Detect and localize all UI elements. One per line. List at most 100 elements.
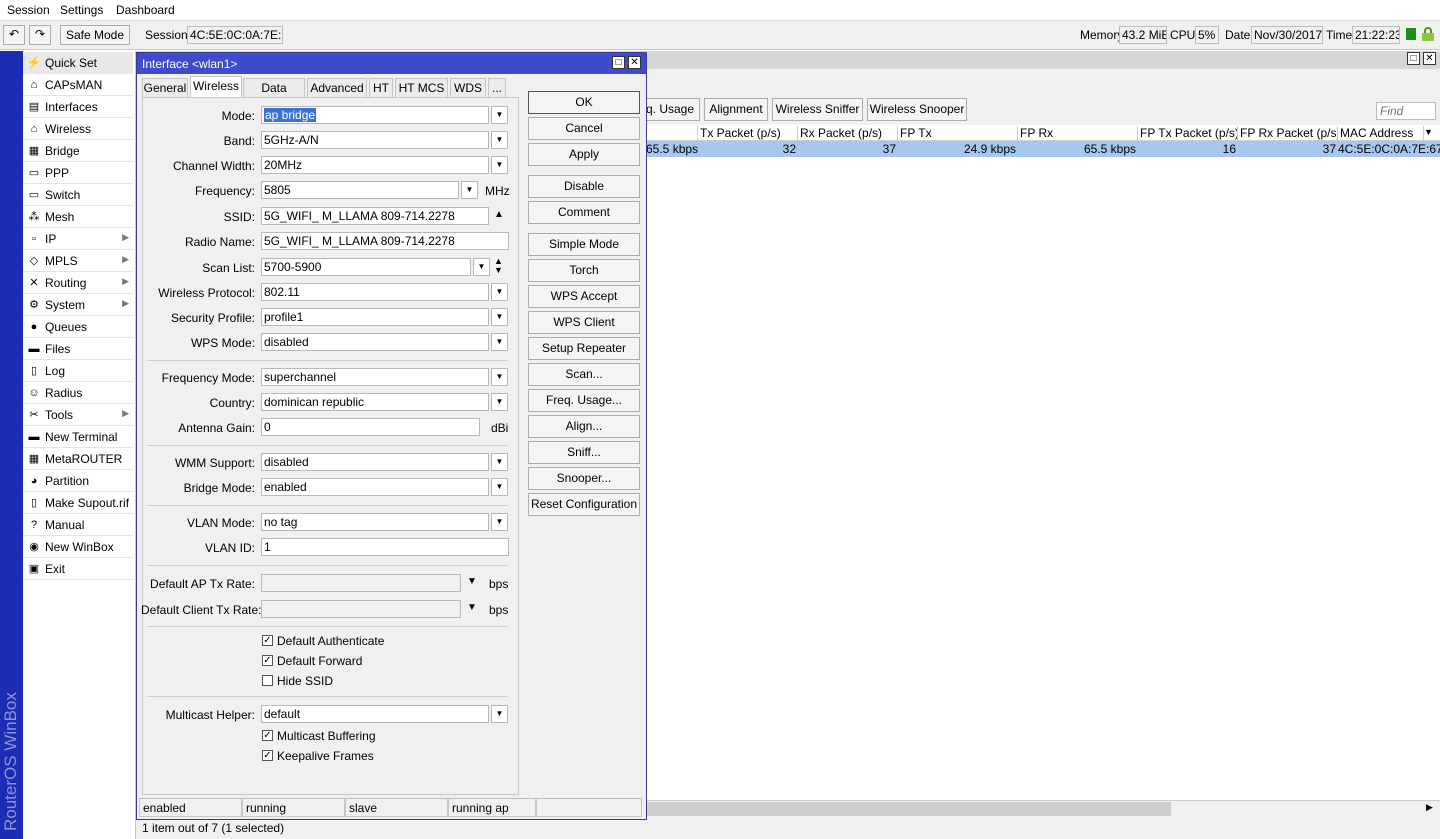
sidebar-item[interactable]: ◕ Partition xyxy=(23,470,133,492)
torch-button[interactable]: Torch xyxy=(528,259,640,282)
wireless-snooper-button[interactable]: Wireless Snooper xyxy=(867,98,967,121)
vlan-mode-select[interactable]: no tag xyxy=(261,513,489,531)
tab-data-rates[interactable]: Data Rates xyxy=(243,78,305,114)
multicast-helper-select[interactable]: default xyxy=(261,705,489,723)
comment-button[interactable]: Comment xyxy=(528,201,640,224)
sidebar-item[interactable]: ▤ Interfaces xyxy=(23,96,133,118)
multicast-helper-dropdown-icon[interactable]: ▼ xyxy=(491,705,508,723)
sidebar-item[interactable]: ▫ IP ▶ xyxy=(23,228,133,250)
default-ap-tx-rate-input[interactable] xyxy=(261,574,461,592)
simple-mode-button[interactable]: Simple Mode xyxy=(528,233,640,256)
maximize-icon[interactable]: □ xyxy=(612,56,625,69)
sidebar-item[interactable]: ⚙ System ▶ xyxy=(23,294,133,316)
security-profile-dropdown-icon[interactable]: ▼ xyxy=(491,308,508,326)
wps-accept-button[interactable]: WPS Accept xyxy=(528,285,640,308)
ok-button[interactable]: OK xyxy=(528,91,640,114)
frequency-mode-dropdown-icon[interactable]: ▼ xyxy=(491,368,508,386)
channel-width-select[interactable]: 20MHz xyxy=(261,156,489,174)
bridge-mode-select[interactable]: enabled xyxy=(261,478,489,496)
wireless-sniffer-button[interactable]: Wireless Sniffer xyxy=(772,98,863,121)
wmm-support-select[interactable]: disabled xyxy=(261,453,489,471)
sidebar-item[interactable]: ◉ New WinBox xyxy=(23,536,133,558)
sidebar-item[interactable]: ⁂ Mesh xyxy=(23,206,133,228)
menu-settings[interactable]: Settings xyxy=(60,3,103,17)
cancel-button[interactable]: Cancel xyxy=(528,117,640,140)
channel-width-dropdown-icon[interactable]: ▼ xyxy=(491,156,508,174)
band-select[interactable]: 5GHz-A/N xyxy=(261,131,489,149)
wireless-protocol-select[interactable]: 802.11 xyxy=(261,283,489,301)
maximize-icon[interactable]: □ xyxy=(1407,52,1420,65)
column-header[interactable]: FP Rx Packet (p/s) xyxy=(1238,126,1338,141)
horizontal-scrollbar[interactable]: ▶ xyxy=(646,800,1440,817)
sidebar-item[interactable]: ▬ Files xyxy=(23,338,133,360)
column-header[interactable]: FP Tx xyxy=(898,126,1018,141)
sidebar-item[interactable]: ▬ New Terminal xyxy=(23,426,133,448)
multicast-buffering-checkbox[interactable]: ✓ xyxy=(262,730,273,741)
scan-list-dropdown-icon[interactable]: ▼ xyxy=(473,258,490,276)
column-header[interactable] xyxy=(646,126,698,141)
vlan-mode-dropdown-icon[interactable]: ▼ xyxy=(491,513,508,531)
table-row[interactable]: 65.5 kbps 32 37 24.9 kbps 65.5 kbps 16 3… xyxy=(646,141,1440,157)
sidebar-item[interactable]: ◇ MPLS ▶ xyxy=(23,250,133,272)
tab-more[interactable]: ... xyxy=(488,78,506,98)
reset-configuration-button[interactable]: Reset Configuration xyxy=(528,493,640,516)
ssid-input[interactable]: 5G_WIFI_ M_LLAMA 809-714.2278 xyxy=(261,207,489,225)
close-icon[interactable]: ✕ xyxy=(1423,52,1436,65)
tab-ht-mcs[interactable]: HT MCS xyxy=(395,78,448,98)
security-profile-select[interactable]: profile1 xyxy=(261,308,489,326)
column-header[interactable]: Tx Packet (p/s) xyxy=(698,126,798,141)
antenna-gain-input[interactable]: 0 xyxy=(261,418,480,436)
tab-wireless[interactable]: Wireless xyxy=(190,76,242,98)
align-button[interactable]: Align... xyxy=(528,415,640,438)
mode-dropdown-icon[interactable]: ▼ xyxy=(491,106,508,124)
column-header[interactable]: FP Tx Packet (p/s) xyxy=(1138,126,1238,141)
sidebar-item[interactable]: ▯ Make Supout.rif xyxy=(23,492,133,514)
wps-mode-dropdown-icon[interactable]: ▼ xyxy=(491,333,508,351)
tab-wds[interactable]: WDS xyxy=(450,78,486,98)
sidebar-item[interactable]: ▭ PPP xyxy=(23,162,133,184)
find-input[interactable] xyxy=(1376,102,1436,120)
sidebar-item[interactable]: ✕ Routing ▶ xyxy=(23,272,133,294)
sidebar-item[interactable]: ? Manual xyxy=(23,514,133,536)
apply-button[interactable]: Apply xyxy=(528,143,640,166)
disable-button[interactable]: Disable xyxy=(528,175,640,198)
snooper-button[interactable]: Snooper... xyxy=(528,467,640,490)
frequency-mode-select[interactable]: superchannel xyxy=(261,368,489,386)
sidebar-item[interactable]: ☺ Radius xyxy=(23,382,133,404)
column-header[interactable]: Rx Packet (p/s) xyxy=(798,126,898,141)
default-ap-tx-rate-dropdown-icon[interactable]: ▼ xyxy=(467,576,477,587)
tab-advanced[interactable]: Advanced xyxy=(307,78,367,98)
scan-button[interactable]: Scan... xyxy=(528,363,640,386)
sidebar-item[interactable]: ▣ Exit xyxy=(23,558,133,580)
vlan-id-input[interactable]: 1 xyxy=(261,538,509,556)
scrollbar-thumb[interactable] xyxy=(646,802,1171,816)
default-client-tx-rate-dropdown-icon[interactable]: ▼ xyxy=(467,602,477,613)
sidebar-item[interactable]: ✂ Tools ▶ xyxy=(23,404,133,426)
sidebar-item[interactable]: ⚡ Quick Set xyxy=(23,52,133,74)
default-forward-checkbox[interactable]: ✓ xyxy=(262,655,273,666)
alignment-button[interactable]: Alignment xyxy=(704,98,768,121)
close-icon[interactable]: ✕ xyxy=(628,56,641,69)
wmm-support-dropdown-icon[interactable]: ▼ xyxy=(491,453,508,471)
sidebar-item[interactable]: ▯ Log xyxy=(23,360,133,382)
sidebar-item[interactable]: ● Queues xyxy=(23,316,133,338)
sidebar-item[interactable]: ⌂ CAPsMAN xyxy=(23,74,133,96)
undo-button[interactable]: ↶ xyxy=(3,25,25,45)
column-header[interactable]: MAC Address xyxy=(1338,126,1424,141)
menu-session[interactable]: Session xyxy=(7,3,50,17)
setup-repeater-button[interactable]: Setup Repeater xyxy=(528,337,640,360)
freq-usage-button[interactable]: Freq. Usage... xyxy=(528,389,640,412)
tab-ht[interactable]: HT xyxy=(369,78,393,98)
column-menu-icon[interactable]: ▼ xyxy=(1424,127,1433,137)
country-dropdown-icon[interactable]: ▼ xyxy=(491,393,508,411)
sidebar-item[interactable]: ▦ Bridge xyxy=(23,140,133,162)
sidebar-item[interactable]: ▭ Switch xyxy=(23,184,133,206)
sidebar-item[interactable]: ▦ MetaROUTER xyxy=(23,448,133,470)
frequency-select[interactable]: 5805 xyxy=(261,181,459,199)
wps-client-button[interactable]: WPS Client xyxy=(528,311,640,334)
dialog-titlebar[interactable]: Interface <wlan1> □ ✕ xyxy=(137,53,646,74)
tab-general[interactable]: General xyxy=(142,78,188,98)
column-header[interactable]: FP Rx xyxy=(1018,126,1138,141)
mode-select[interactable]: ap bridge xyxy=(261,106,489,124)
freq-usage-button[interactable]: q. Usage xyxy=(640,98,700,121)
